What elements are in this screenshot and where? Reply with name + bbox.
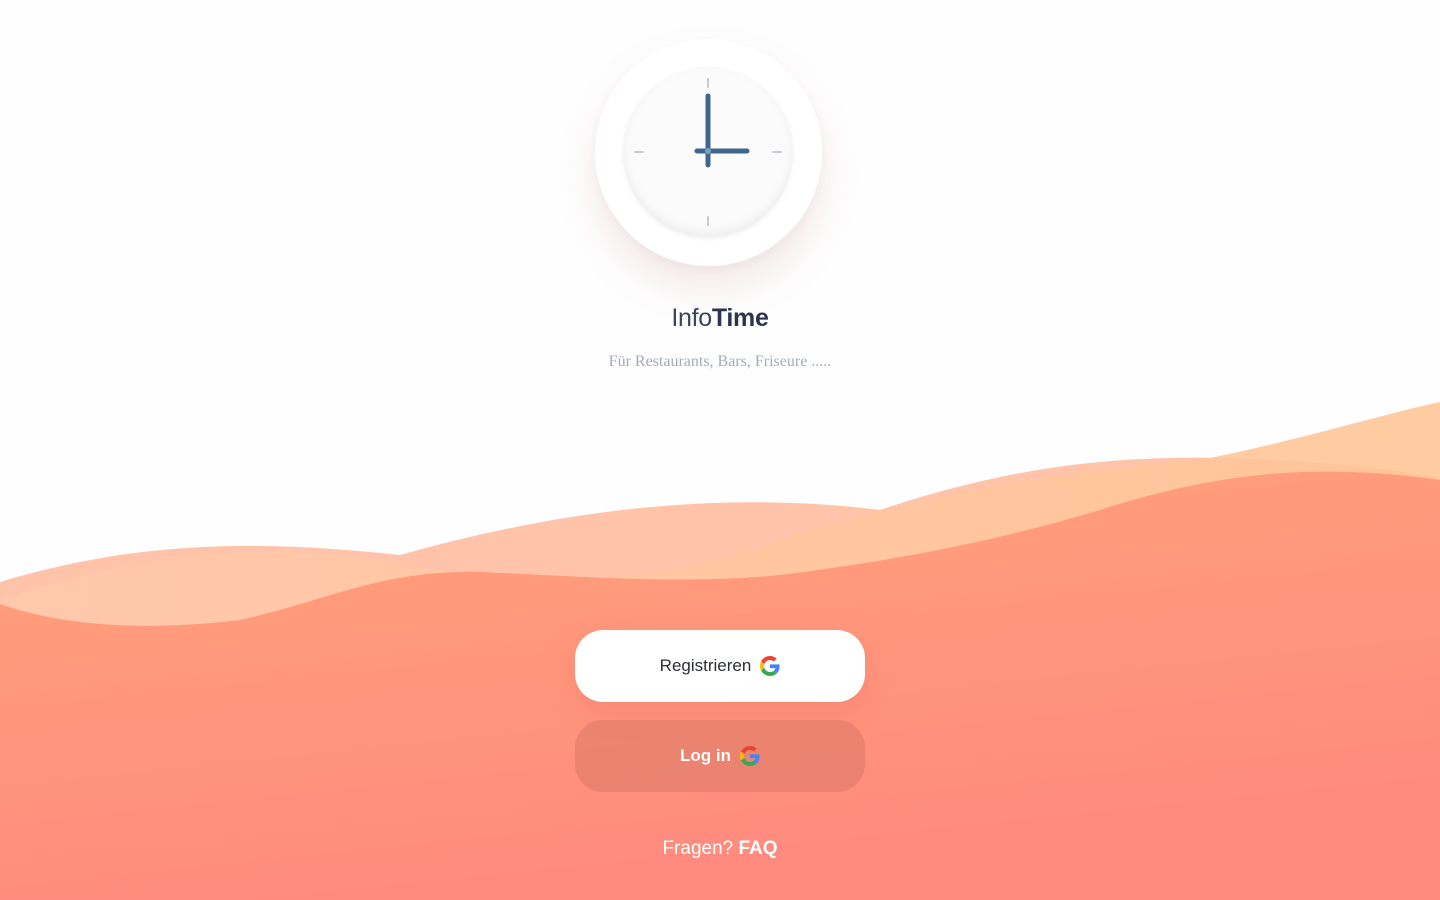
login-google-button[interactable]: Log in <box>575 720 865 792</box>
login-button-label: Log in <box>680 746 731 765</box>
faq-link[interactable]: FAQ <box>739 838 778 859</box>
clock-icon <box>623 67 793 237</box>
register-button-label: Registrieren <box>659 656 752 675</box>
landing-page: InfoTime Für Restaurants, Bars, Friseure… <box>0 0 1440 900</box>
faq-question: Fragen? <box>662 838 734 859</box>
register-google-button[interactable]: Registrieren <box>575 630 865 702</box>
tagline: Für Restaurants, Bars, Friseure ..... <box>608 353 832 370</box>
faq-footer: Fragen? FAQ <box>0 838 1440 860</box>
clock-logo <box>595 39 822 266</box>
google-icon <box>739 746 760 766</box>
app-title-bold: Time <box>711 304 769 332</box>
app-title-light: Info <box>671 304 712 332</box>
app-title: InfoTime <box>0 304 1440 333</box>
google-icon <box>760 656 780 676</box>
